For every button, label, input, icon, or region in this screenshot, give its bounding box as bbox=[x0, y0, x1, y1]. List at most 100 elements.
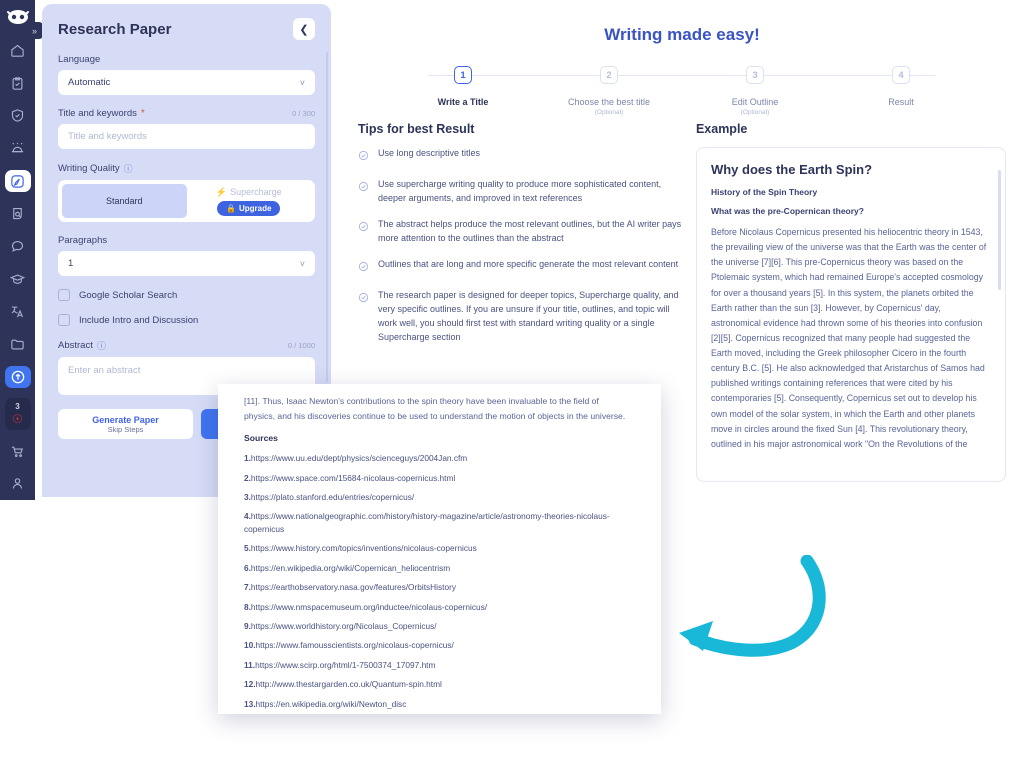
upgrade-button[interactable]: 🔒 Upgrade bbox=[217, 200, 281, 216]
source-number: 10. bbox=[244, 640, 256, 651]
tip-text: Outlines that are long and more specific… bbox=[378, 258, 679, 269]
source-number: 1. bbox=[244, 453, 251, 464]
writing-quality-label-text: Writing Quality bbox=[58, 163, 120, 174]
checkbox-include-intro[interactable]: Include Intro and Discussion bbox=[58, 314, 315, 326]
step-3[interactable]: 3 Edit Outline (Optional) bbox=[690, 66, 820, 116]
source-url[interactable]: https://www.scirp.org/html/1-7500374_170… bbox=[255, 660, 435, 670]
cart-icon[interactable] bbox=[5, 440, 31, 463]
clipboard-check-icon[interactable] bbox=[5, 72, 31, 95]
source-number: 7. bbox=[244, 582, 251, 593]
example-scrollbar[interactable] bbox=[998, 170, 1001, 290]
paragraphs-select[interactable]: 1 ˅ bbox=[58, 251, 315, 276]
abstract-label: Abstract ⓘ bbox=[58, 339, 106, 352]
source-item[interactable]: 6.https://en.wikipedia.org/wiki/Copernic… bbox=[244, 562, 635, 574]
source-url[interactable]: https://www.uu.edu/dept/physics/scienceg… bbox=[251, 453, 467, 463]
quality-supercharge-option[interactable]: ⚡ Supercharge 🔒 Upgrade bbox=[187, 187, 312, 216]
main-heading: Writing made easy! bbox=[604, 25, 760, 44]
graduation-cap-icon[interactable] bbox=[5, 268, 31, 291]
source-url[interactable]: https://www.worldhistory.org/Nicolaus_Co… bbox=[251, 621, 437, 631]
source-item[interactable]: 13.https://en.wikipedia.org/wiki/Newton_… bbox=[244, 698, 635, 710]
source-url[interactable]: https://earthobservatory.nasa.gov/featur… bbox=[251, 582, 456, 592]
generate-paper-button[interactable]: Generate Paper Skip Steps bbox=[58, 409, 193, 439]
source-item[interactable]: 1.https://www.uu.edu/dept/physics/scienc… bbox=[244, 452, 635, 464]
title-keywords-labelrow: Title and keywords * 0 / 300 bbox=[58, 108, 315, 119]
chevron-down-icon: ˅ bbox=[299, 258, 305, 269]
alarm-icon[interactable] bbox=[5, 137, 31, 160]
step-label: Edit Outline bbox=[731, 97, 779, 107]
tip-item: Use long descriptive titles bbox=[358, 147, 682, 166]
panel-scrollbar[interactable] bbox=[326, 52, 328, 382]
user-icon[interactable] bbox=[5, 472, 31, 495]
source-item[interactable]: 4.https://www.nationalgeographic.com/his… bbox=[244, 510, 635, 535]
circle-check-icon bbox=[358, 179, 369, 206]
tip-text: Use supercharge writing quality to produ… bbox=[378, 179, 662, 203]
source-url[interactable]: https://www.nmspacemuseum.org/inductee/n… bbox=[251, 602, 487, 612]
source-url[interactable]: https://en.wikipedia.org/wiki/Copernican… bbox=[251, 563, 450, 573]
edit-pencil-icon[interactable] bbox=[4, 169, 31, 193]
source-number: 2. bbox=[244, 472, 251, 483]
source-item[interactable]: 3.https://plato.stanford.edu/entries/cop… bbox=[244, 491, 635, 503]
source-url[interactable]: https://en.wikipedia.org/wiki/Newton_dis… bbox=[256, 699, 407, 709]
abstract-labelrow: Abstract ⓘ 0 / 1000 bbox=[58, 339, 315, 352]
folder-icon[interactable] bbox=[5, 333, 31, 356]
checkbox-box[interactable] bbox=[58, 314, 70, 326]
example-body: Before Nicolaus Copernicus presented his… bbox=[710, 227, 987, 449]
source-number: 3. bbox=[244, 491, 251, 502]
source-number: 12. bbox=[244, 679, 256, 690]
source-url[interactable]: https://www.history.com/topics/invention… bbox=[251, 543, 477, 553]
tip-text: Use long descriptive titles bbox=[378, 148, 481, 158]
upload-circle-icon[interactable] bbox=[4, 365, 31, 389]
example-subheading-1: History of the Spin Theory bbox=[710, 187, 818, 197]
popup-intro-text: physics, and his discoveries continue to… bbox=[244, 411, 626, 422]
source-item[interactable]: 12.http://www.thestargarden.co.uk/Quantu… bbox=[244, 678, 635, 690]
step-list: 1 Write a Title 2 Choose the best title … bbox=[398, 66, 966, 116]
info-icon[interactable]: ⓘ bbox=[97, 339, 106, 352]
translate-icon[interactable] bbox=[5, 300, 31, 323]
circle-check-icon bbox=[358, 259, 369, 277]
source-number: 8. bbox=[244, 601, 251, 612]
language-label: Language bbox=[58, 54, 315, 65]
source-item[interactable]: 11.https://www.scirp.org/html/1-7500374_… bbox=[244, 659, 635, 671]
source-item[interactable]: 8.https://www.nmspacemuseum.org/inductee… bbox=[244, 601, 635, 613]
tip-item: The abstract helps produce the most rele… bbox=[358, 218, 682, 246]
search-document-icon[interactable] bbox=[5, 202, 31, 225]
title-keywords-input[interactable]: Title and keywords bbox=[58, 124, 315, 149]
source-item[interactable]: 9.https://www.worldhistory.org/Nicolaus_… bbox=[244, 620, 635, 632]
rail-expand-button[interactable]: » bbox=[26, 22, 43, 39]
coin-icon: ☉ bbox=[12, 412, 23, 427]
source-item[interactable]: 5.https://www.history.com/topics/inventi… bbox=[244, 542, 635, 554]
chat-bubble-icon[interactable] bbox=[5, 235, 31, 258]
source-url[interactable]: https://www.space.com/15684-nicolaus-cop… bbox=[251, 473, 455, 483]
title-keywords-label-text: Title and keywords bbox=[58, 108, 137, 119]
page-title: Research Paper bbox=[58, 20, 172, 38]
home-icon[interactable] bbox=[5, 39, 31, 62]
chevron-left-icon[interactable]: ❮ bbox=[293, 18, 315, 40]
checkbox-label: Include Intro and Discussion bbox=[79, 314, 199, 326]
language-value: Automatic bbox=[68, 77, 111, 88]
source-number: 9. bbox=[244, 621, 251, 631]
info-icon[interactable]: ⓘ bbox=[124, 162, 133, 175]
source-url[interactable]: https://plato.stanford.edu/entries/coper… bbox=[251, 492, 414, 502]
source-url[interactable]: https://www.nationalgeographic.com/histo… bbox=[244, 511, 610, 533]
checkbox-google-scholar[interactable]: Google Scholar Search bbox=[58, 289, 315, 301]
source-item[interactable]: 7.https://earthobservatory.nasa.gov/feat… bbox=[244, 581, 635, 593]
step-1[interactable]: 1 Write a Title bbox=[398, 66, 528, 116]
credits-badge[interactable]: 3 ☉ bbox=[4, 398, 31, 430]
lock-icon: 🔒 bbox=[226, 203, 236, 213]
source-item[interactable]: 10.https://www.famousscientists.org/nico… bbox=[244, 639, 635, 651]
source-url[interactable]: https://www.famousscientists.org/nicolau… bbox=[256, 640, 454, 650]
shield-check-icon[interactable] bbox=[5, 104, 31, 127]
source-number: 4. bbox=[244, 511, 251, 522]
example-column: Example Why does the Earth Spin? History… bbox=[695, 122, 1006, 482]
step-2[interactable]: 2 Choose the best title (Optional) bbox=[544, 66, 674, 116]
step-4[interactable]: 4 Result bbox=[836, 66, 966, 116]
upgrade-button-label: Upgrade bbox=[239, 203, 272, 213]
source-number: 11. bbox=[244, 659, 256, 670]
language-select[interactable]: Automatic ˅ bbox=[58, 70, 315, 95]
panel-header: Research Paper ❮ bbox=[58, 18, 315, 40]
quality-standard-option[interactable]: Standard bbox=[62, 184, 187, 218]
source-item[interactable]: 2.https://www.space.com/15684-nicolaus-c… bbox=[244, 472, 635, 484]
checkbox-box[interactable] bbox=[58, 289, 70, 301]
tip-item: Use supercharge writing quality to produ… bbox=[358, 178, 682, 206]
source-url[interactable]: http://www.thestargarden.co.uk/Quantum-s… bbox=[256, 679, 442, 689]
